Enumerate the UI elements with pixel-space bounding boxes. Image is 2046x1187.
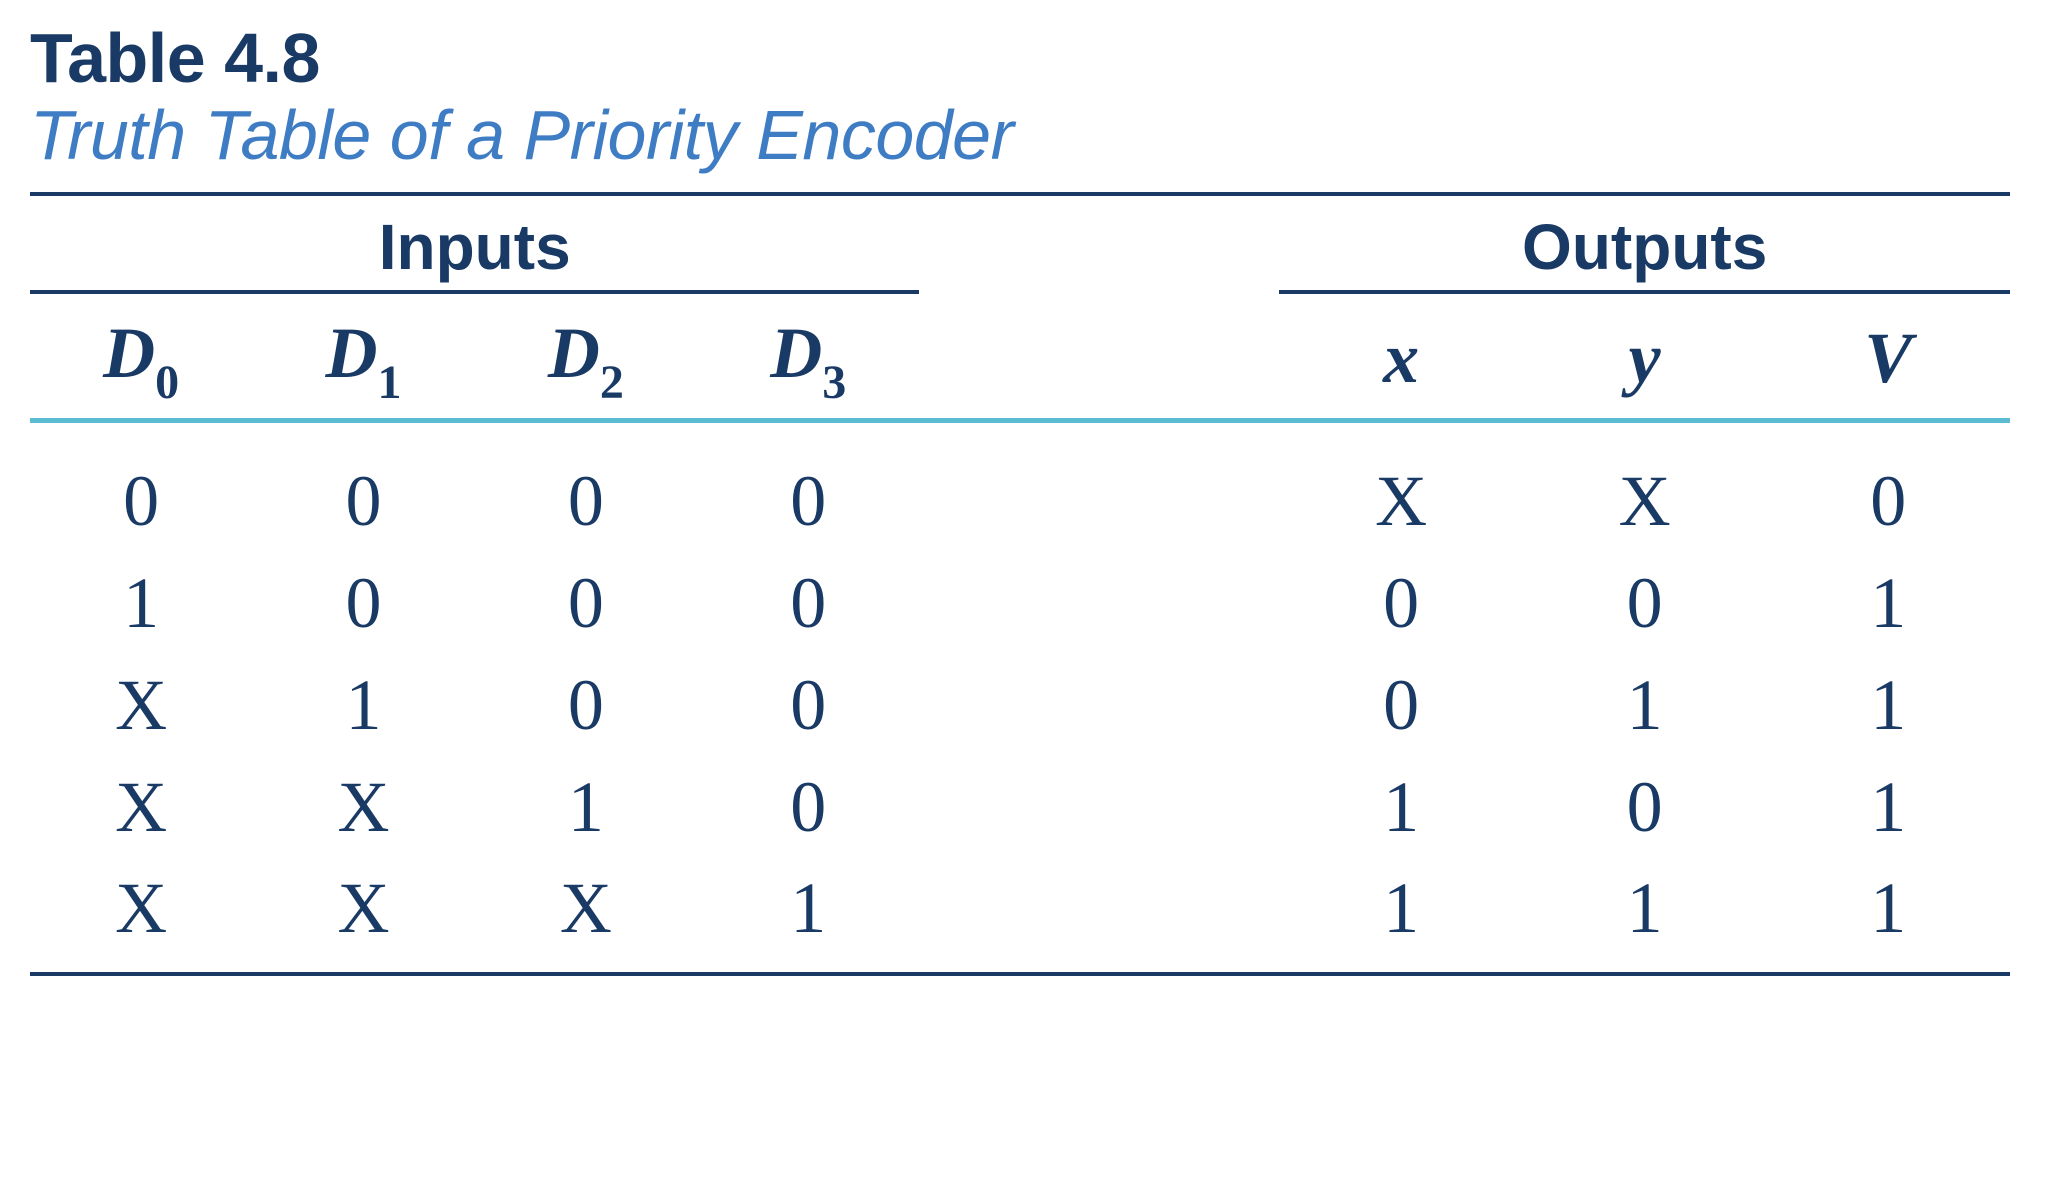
cell: X xyxy=(252,757,474,859)
cell: 1 xyxy=(1766,553,2010,655)
col-d0: D0 xyxy=(30,302,252,421)
column-header-row: D0 D1 D2 D3 x y V xyxy=(30,302,2010,421)
cell: 0 xyxy=(475,423,697,553)
table-row: X 1 0 0 0 1 1 xyxy=(30,655,2010,757)
rule-bottom xyxy=(30,974,2010,976)
truth-table: Inputs Outputs D0 D1 D2 D3 x y V 0 0 0 0 xyxy=(30,192,2010,976)
group-header-outputs-label: Outputs xyxy=(1279,210,2010,294)
cell: 1 xyxy=(475,757,697,859)
cell-gap xyxy=(919,757,1279,859)
col-x: x xyxy=(1279,302,1523,421)
cell: 1 xyxy=(1523,655,1767,757)
table-row: X X X 1 1 1 1 xyxy=(30,858,2010,974)
cell: 1 xyxy=(252,655,474,757)
table-row: 0 0 0 0 X X 0 xyxy=(30,423,2010,553)
cell: 0 xyxy=(697,757,919,859)
cell: 0 xyxy=(475,553,697,655)
cell: X xyxy=(30,858,252,974)
cell: X xyxy=(30,655,252,757)
cell: 0 xyxy=(1523,553,1767,655)
table-title: Truth Table of a Priority Encoder xyxy=(30,97,2016,174)
cell: 0 xyxy=(697,423,919,553)
cell: 1 xyxy=(1766,757,2010,859)
cell: 0 xyxy=(1523,757,1767,859)
col-v: V xyxy=(1766,302,2010,421)
cell: 1 xyxy=(1766,858,2010,974)
cell: 0 xyxy=(697,553,919,655)
cell: 1 xyxy=(697,858,919,974)
cell: X xyxy=(1279,423,1523,553)
cell: 1 xyxy=(1766,655,2010,757)
cell: 0 xyxy=(1279,655,1523,757)
cell: 0 xyxy=(252,553,474,655)
cell: 0 xyxy=(475,655,697,757)
cell: 1 xyxy=(1279,858,1523,974)
col-y: y xyxy=(1523,302,1767,421)
col-d3: D3 xyxy=(697,302,919,421)
col-d2: D2 xyxy=(475,302,697,421)
cell: 1 xyxy=(1523,858,1767,974)
group-header-row: Inputs Outputs xyxy=(30,196,2010,302)
cell: 0 xyxy=(1279,553,1523,655)
cell-gap xyxy=(919,553,1279,655)
page: Table 4.8 Truth Table of a Priority Enco… xyxy=(0,0,2046,996)
cell-gap xyxy=(919,858,1279,974)
cell-gap xyxy=(919,423,1279,553)
table-row: 1 0 0 0 0 0 1 xyxy=(30,553,2010,655)
cell: 1 xyxy=(1279,757,1523,859)
group-header-outputs: Outputs xyxy=(1279,196,2010,302)
cell: 0 xyxy=(1766,423,2010,553)
cell: 0 xyxy=(697,655,919,757)
table-number: Table 4.8 xyxy=(30,20,2016,97)
group-gap xyxy=(919,196,1279,302)
cell: X xyxy=(30,757,252,859)
col-gap xyxy=(919,302,1279,421)
cell: X xyxy=(252,858,474,974)
cell: X xyxy=(1523,423,1767,553)
col-d1: D1 xyxy=(252,302,474,421)
group-header-inputs-label: Inputs xyxy=(30,210,919,294)
cell: 0 xyxy=(252,423,474,553)
cell-gap xyxy=(919,655,1279,757)
cell: 1 xyxy=(30,553,252,655)
table-row: X X 1 0 1 0 1 xyxy=(30,757,2010,859)
cell: X xyxy=(475,858,697,974)
group-header-inputs: Inputs xyxy=(30,196,919,302)
cell: 0 xyxy=(30,423,252,553)
